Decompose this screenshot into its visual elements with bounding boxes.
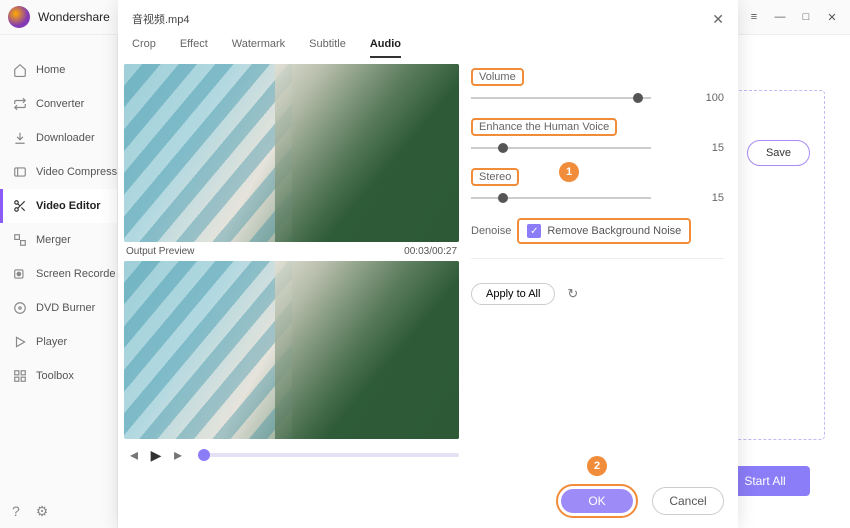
merge-icon: [12, 232, 28, 248]
menu-icon[interactable]: ≡: [748, 11, 760, 23]
dvd-icon: [12, 300, 28, 316]
volume-slider[interactable]: [471, 97, 651, 99]
video-preview-output: [124, 261, 459, 439]
timecode: 00:03/00:27: [404, 246, 457, 257]
tab-audio[interactable]: Audio: [370, 38, 401, 58]
help-icon[interactable]: ?: [12, 503, 20, 520]
checkmark-icon: ✓: [527, 224, 541, 238]
ok-button[interactable]: OK: [561, 489, 633, 513]
cancel-button[interactable]: Cancel: [652, 487, 724, 515]
sidebar-item-video-editor[interactable]: Video Editor: [0, 189, 117, 223]
sidebar-item-screen-recorder[interactable]: Screen Recorde: [0, 257, 117, 291]
remove-noise-checkbox-wrap[interactable]: ✓ Remove Background Noise: [517, 218, 691, 244]
minimize-icon[interactable]: —: [774, 11, 786, 23]
maximize-icon[interactable]: □: [800, 11, 812, 23]
dialog-title: 音视频.mp4: [132, 11, 189, 27]
sidebar-item-label: Video Compress: [36, 166, 117, 178]
video-preview-input: [124, 64, 459, 242]
settings-icon[interactable]: ⚙: [36, 503, 49, 520]
volume-value: 100: [706, 92, 724, 104]
enhance-voice-slider[interactable]: [471, 147, 651, 149]
annotation-badge-2: 2: [587, 456, 607, 476]
next-frame-icon[interactable]: ▸: [170, 445, 186, 465]
record-icon: [12, 266, 28, 282]
sidebar-item-player[interactable]: Player: [0, 325, 117, 359]
volume-label: Volume: [471, 68, 524, 86]
annotation-badge-1: 1: [559, 162, 579, 182]
sidebar: Home Converter Downloader Video Compress…: [0, 35, 118, 528]
tab-subtitle[interactable]: Subtitle: [309, 38, 346, 58]
sidebar-item-downloader[interactable]: Downloader: [0, 121, 117, 155]
divider: [471, 258, 724, 259]
enhance-voice-value: 15: [712, 142, 724, 154]
ok-highlight: OK: [556, 484, 638, 518]
reset-icon[interactable]: ↻: [567, 286, 578, 302]
close-icon[interactable]: ✕: [712, 11, 724, 28]
compress-icon: [12, 164, 28, 180]
tab-effect[interactable]: Effect: [180, 38, 208, 58]
sidebar-item-label: Home: [36, 64, 65, 76]
sidebar-item-label: Downloader: [36, 132, 95, 144]
app-logo-icon: [8, 6, 30, 28]
scissors-icon: [12, 198, 28, 214]
grid-icon: [12, 368, 28, 384]
tab-watermark[interactable]: Watermark: [232, 38, 285, 58]
tab-bar: Crop Effect Watermark Subtitle Audio: [118, 30, 738, 58]
download-icon: [12, 130, 28, 146]
stereo-label: Stereo: [471, 168, 519, 186]
sidebar-item-label: Merger: [36, 234, 71, 246]
sidebar-item-label: Player: [36, 336, 67, 348]
home-icon: [12, 62, 28, 78]
stereo-slider[interactable]: [471, 197, 651, 199]
close-window-icon[interactable]: ✕: [826, 11, 838, 23]
editor-dialog: 音视频.mp4 ✕ Crop Effect Watermark Subtitle…: [118, 0, 738, 528]
apply-to-all-button[interactable]: Apply to All: [471, 283, 555, 305]
output-preview-label: Output Preview: [126, 246, 194, 257]
sidebar-item-merger[interactable]: Merger: [0, 223, 117, 257]
remove-noise-label: Remove Background Noise: [547, 225, 681, 237]
sidebar-item-label: Toolbox: [36, 370, 74, 382]
sidebar-item-label: Video Editor: [36, 200, 101, 212]
sidebar-item-label: Screen Recorde: [36, 268, 116, 280]
sidebar-item-compress[interactable]: Video Compress: [0, 155, 117, 189]
tab-crop[interactable]: Crop: [132, 38, 156, 58]
sidebar-item-label: Converter: [36, 98, 84, 110]
sidebar-item-converter[interactable]: Converter: [0, 87, 117, 121]
brand-name: Wondershare: [38, 10, 110, 24]
sidebar-item-home[interactable]: Home: [0, 53, 117, 87]
play-icon[interactable]: ▶: [148, 447, 164, 464]
denoise-label: Denoise: [471, 225, 511, 237]
sidebar-item-toolbox[interactable]: Toolbox: [0, 359, 117, 393]
sidebar-item-dvd-burner[interactable]: DVD Burner: [0, 291, 117, 325]
player-icon: [12, 334, 28, 350]
save-button[interactable]: Save: [747, 140, 810, 166]
playback-slider[interactable]: [198, 453, 459, 457]
converter-icon: [12, 96, 28, 112]
stereo-value: 15: [712, 192, 724, 204]
prev-frame-icon[interactable]: ◂: [126, 445, 142, 465]
enhance-voice-label: Enhance the Human Voice: [471, 118, 617, 136]
sidebar-item-label: DVD Burner: [36, 302, 95, 314]
